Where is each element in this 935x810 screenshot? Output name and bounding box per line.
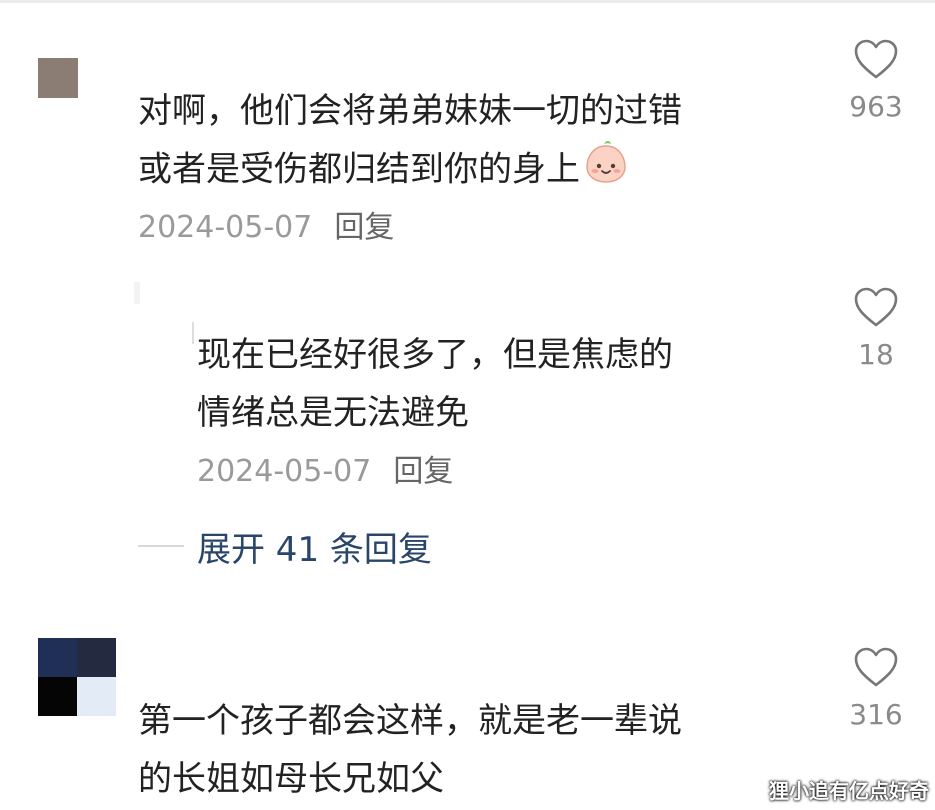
comment-3-line-2: 的长姐如母长兄如父	[138, 759, 444, 799]
heart-outline-icon	[854, 647, 898, 687]
reply-like-button[interactable]: 18	[841, 286, 911, 371]
comment-1-date: 2024-05-07	[138, 210, 313, 245]
comment-3-like-count: 316	[849, 698, 903, 731]
expand-divider	[138, 545, 184, 547]
comment-1-meta: 2024-05-07 回复	[138, 202, 394, 246]
reply-like-count: 18	[858, 338, 894, 371]
comment-1-reply-button[interactable]: 回复	[334, 210, 394, 245]
comment-3-line-1: 第一个孩子都会这样，就是老一辈说	[138, 701, 682, 741]
reply-date: 2024-05-07	[197, 454, 372, 489]
comment-1-like-count: 963	[849, 90, 903, 123]
reply-avatar[interactable]	[134, 282, 140, 304]
comment-1-line-2-text: 或者是受伤都归结到你的身上	[138, 149, 580, 190]
top-divider	[0, 0, 935, 3]
blush-face-emoji-icon	[584, 140, 628, 202]
reply-meta: 2024-05-07 回复	[197, 446, 453, 490]
comment-1-text: 对啊，他们会将弟弟妹妹一切的过错 或者是受伤都归结到你的身上	[138, 82, 828, 202]
avatar[interactable]	[38, 58, 78, 98]
reply-line-2: 情绪总是无法避免	[197, 393, 469, 433]
reply-line-1: 现在已经好很多了，但是焦虑的	[197, 335, 673, 375]
watermark: 狸小追有亿点好奇	[769, 779, 929, 803]
comment-1-line-1: 对啊，他们会将弟弟妹妹一切的过错	[138, 91, 682, 131]
reply-text: 现在已经好很多了，但是焦虑的 情绪总是无法避免	[197, 326, 807, 442]
comment-3-like-button[interactable]: 316	[841, 646, 911, 731]
comment-1-like-button[interactable]: 963	[841, 38, 911, 123]
comment-1-line-2: 或者是受伤都归结到你的身上	[138, 140, 828, 202]
heart-outline-icon	[854, 39, 898, 79]
avatar[interactable]	[38, 638, 116, 716]
expand-replies-button[interactable]: 展开 41 条回复	[197, 522, 432, 571]
reply-quote-bar	[192, 322, 194, 344]
reply-reply-button[interactable]: 回复	[393, 454, 453, 489]
heart-outline-icon	[854, 287, 898, 327]
comment-3-text: 第一个孩子都会这样，就是老一辈说 的长姐如母长兄如父	[138, 692, 828, 808]
